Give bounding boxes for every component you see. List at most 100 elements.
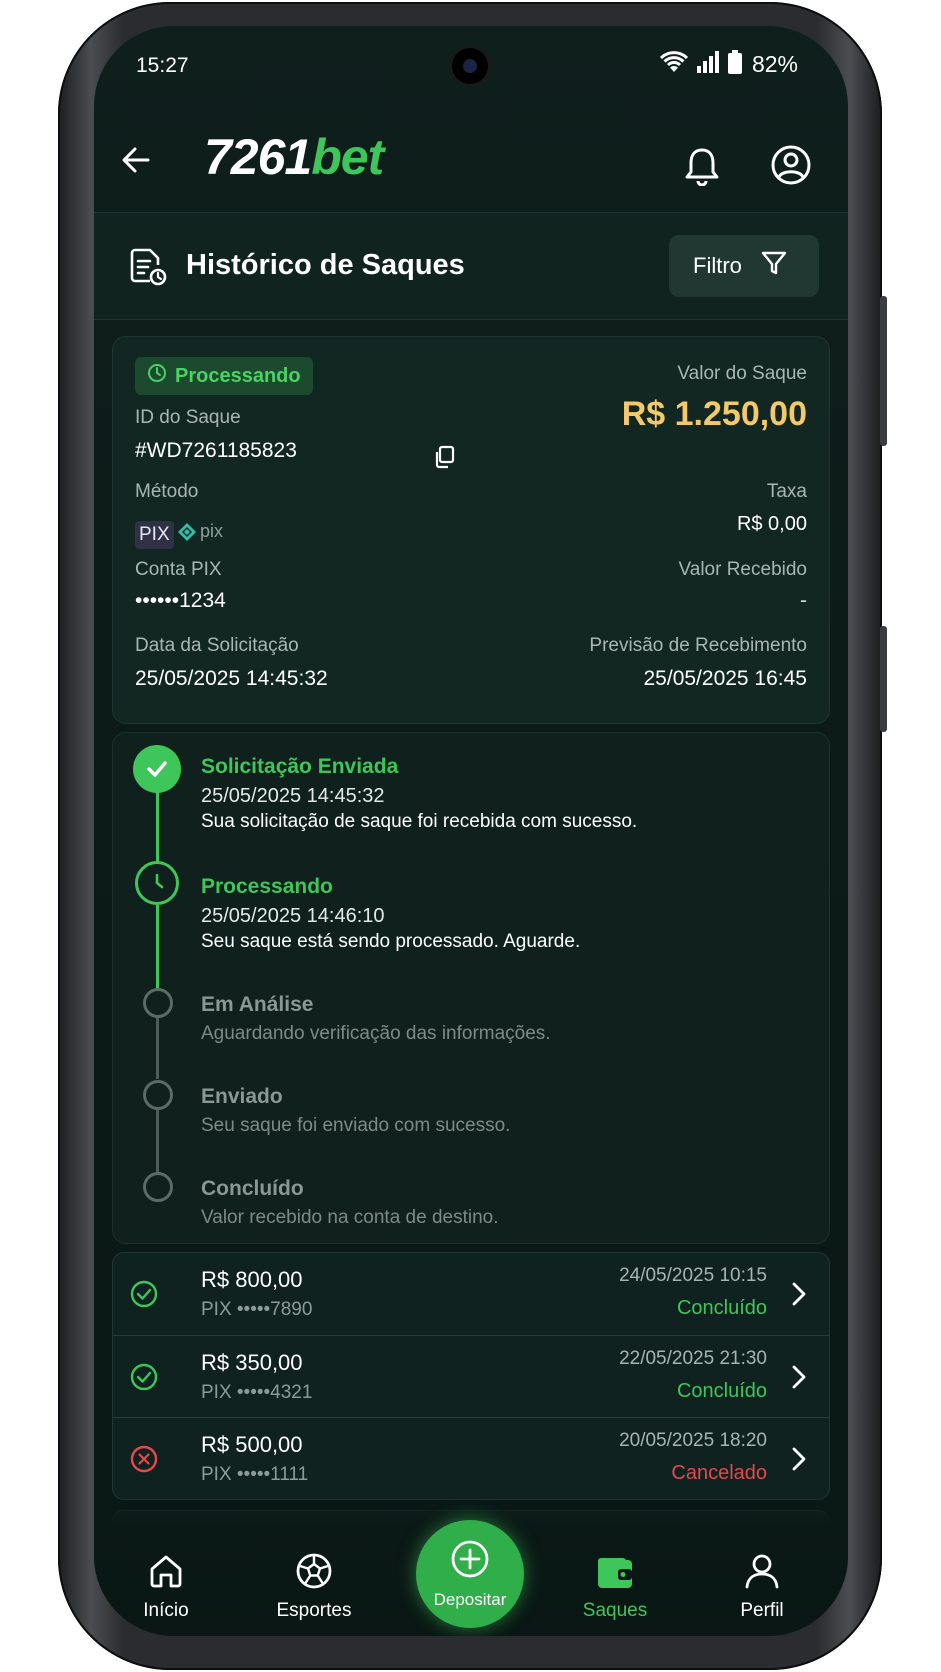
- x-circle-icon: [129, 1444, 159, 1479]
- nav-inicio[interactable]: Início: [106, 1548, 226, 1622]
- home-icon: [106, 1548, 226, 1590]
- wallet-icon: [555, 1548, 675, 1590]
- status-badge: Processando: [135, 357, 313, 395]
- profile-icon[interactable]: [770, 144, 812, 191]
- timeline-step-title: Concluído: [201, 1177, 304, 1200]
- filter-funnel-icon: [760, 249, 788, 283]
- pix-diamond-icon: [178, 522, 196, 541]
- filter-button[interactable]: Filtro: [669, 235, 819, 297]
- received-label: Valor Recebido: [678, 559, 807, 580]
- battery-icon: [727, 50, 742, 79]
- history-status: Concluído: [676, 1297, 767, 1319]
- timeline-step-title: Enviado: [201, 1085, 283, 1108]
- status-bar: 15:27 82%: [94, 26, 848, 106]
- history-row[interactable]: R$ 500,00 PIX •••••1111 20/05/2025 18:20…: [113, 1417, 829, 1499]
- nav-saques[interactable]: Saques: [555, 1548, 675, 1622]
- pix-logo: pix: [177, 521, 223, 542]
- deposit-label: Depositar: [433, 1589, 507, 1609]
- back-arrow-icon[interactable]: [118, 142, 154, 178]
- history-row[interactable]: R$ 800,00 PIX •••••7890 24/05/2025 10:15…: [113, 1253, 829, 1335]
- pending-circle-icon: [143, 1172, 173, 1202]
- timeline-step-title: Processando: [201, 875, 333, 898]
- pix-logo-text: pix: [200, 521, 224, 541]
- chevron-right-icon: [791, 1281, 807, 1312]
- amount-label: Valor do Saque: [677, 363, 807, 384]
- status-time: 15:27: [136, 54, 189, 77]
- title-divider: [94, 319, 848, 320]
- status-badge-label: Processando: [175, 364, 301, 387]
- withdrawal-history-list: R$ 800,00 PIX •••••7890 24/05/2025 10:15…: [112, 1252, 830, 1500]
- nav-saques-label: Saques: [582, 1600, 648, 1621]
- user-icon: [702, 1548, 822, 1590]
- status-icons: 82%: [659, 50, 798, 79]
- nav-inicio-label: Início: [143, 1600, 189, 1621]
- logo-number: 7261: [204, 129, 312, 185]
- withdrawal-id: #WD7261185823: [135, 439, 297, 462]
- logo-suffix: bet: [311, 129, 384, 185]
- filter-label: Filtro: [693, 253, 742, 278]
- front-camera: [452, 48, 488, 84]
- bell-icon[interactable]: [684, 146, 720, 191]
- page-title-bar: Histórico de Saques Filtro: [94, 213, 848, 319]
- history-amount: R$ 350,00: [201, 1350, 303, 1375]
- power-button: [880, 296, 887, 446]
- timeline-step-date: 25/05/2025 14:46:10: [201, 905, 385, 927]
- check-circle-icon: [133, 745, 181, 793]
- fee-value: R$ 0,00: [736, 513, 807, 535]
- check-circle-icon: [129, 1279, 159, 1314]
- history-amount: R$ 500,00: [201, 1432, 303, 1457]
- soccer-ball-icon: [254, 1548, 374, 1590]
- chevron-right-icon: [791, 1446, 807, 1477]
- fee-label: Taxa: [766, 481, 807, 502]
- history-status: Concluído: [676, 1380, 767, 1402]
- eta-value: 25/05/2025 16:45: [643, 667, 808, 690]
- page-title: Histórico de Saques: [186, 249, 465, 281]
- timeline-step-text: Aguardando verificação das informações.: [201, 1023, 551, 1044]
- pending-circle-icon: [143, 1080, 173, 1110]
- wifi-icon: [659, 51, 689, 78]
- battery-percent: 82%: [751, 51, 798, 77]
- nav-esportes[interactable]: Esportes: [254, 1548, 374, 1622]
- app-header: 7261bet: [94, 106, 848, 212]
- screen: 15:27 82% 7261bet Histórico de Saques Fi…: [94, 26, 848, 1636]
- clock-icon: [135, 861, 179, 905]
- pending-circle-icon: [143, 988, 173, 1018]
- check-circle-icon: [129, 1362, 159, 1397]
- history-status: Cancelado: [671, 1462, 767, 1484]
- request-date-value: 25/05/2025 14:45:32: [135, 667, 328, 690]
- timeline-step-date: 25/05/2025 14:45:32: [201, 785, 385, 807]
- history-account: PIX •••••1111: [201, 1464, 309, 1485]
- method-label: Método: [135, 481, 199, 502]
- volume-button: [880, 626, 887, 732]
- history-date: 22/05/2025 21:30: [619, 1348, 767, 1369]
- timeline-step-text: Seu saque foi enviado com sucesso.: [201, 1115, 511, 1136]
- eta-label: Previsão de Recebimento: [589, 635, 807, 656]
- history-account: PIX •••••4321: [201, 1382, 313, 1403]
- withdrawal-amount: R$ 1.250,00: [621, 395, 807, 433]
- request-date-label: Data da Solicitação: [135, 635, 299, 656]
- plus-circle-icon: [450, 1539, 490, 1584]
- brand-logo[interactable]: 7261bet: [204, 128, 384, 186]
- copy-icon[interactable]: [433, 445, 455, 474]
- deposit-button[interactable]: Depositar: [416, 1520, 524, 1628]
- signal-icon: [696, 51, 720, 78]
- timeline-step-text: Sua solicitação de saque foi recebida co…: [201, 811, 638, 832]
- history-date: 24/05/2025 10:15: [619, 1265, 767, 1286]
- nav-perfil[interactable]: Perfil: [702, 1548, 822, 1622]
- timeline-step-text: Valor recebido na conta de destino.: [201, 1207, 499, 1228]
- timeline-step-title: Solicitação Enviada: [201, 755, 399, 778]
- nav-esportes-label: Esportes: [276, 1600, 352, 1621]
- timeline-step-text: Seu saque está sendo processado. Aguarde…: [201, 931, 581, 952]
- chevron-right-icon: [791, 1364, 807, 1395]
- timeline-step-title: Em Análise: [201, 993, 314, 1016]
- timeline-connector: [156, 905, 159, 989]
- account-value: ••••••1234: [135, 589, 226, 612]
- id-label: ID do Saque: [135, 407, 241, 428]
- history-row[interactable]: R$ 350,00 PIX •••••4321 22/05/2025 21:30…: [113, 1335, 829, 1417]
- history-date: 20/05/2025 18:20: [619, 1430, 767, 1451]
- status-timeline: Solicitação Enviada 25/05/2025 14:45:32 …: [112, 732, 830, 1244]
- received-value: -: [800, 589, 807, 612]
- nav-perfil-label: Perfil: [740, 1600, 784, 1621]
- document-clock-icon: [128, 247, 168, 292]
- clock-icon: [147, 363, 167, 389]
